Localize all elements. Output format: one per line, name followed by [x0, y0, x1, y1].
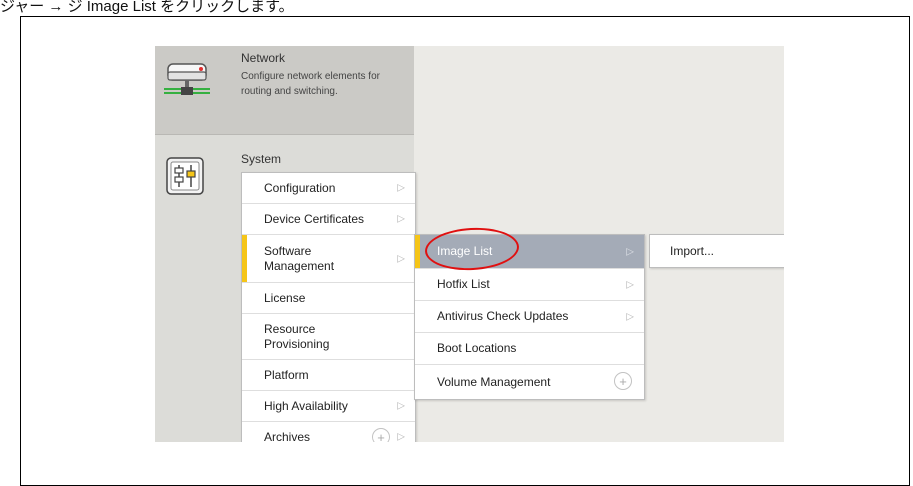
chevron-right-icon: ▷ — [626, 279, 634, 290]
menu-item-high-availability[interactable]: High Availability ▷ — [242, 391, 415, 422]
menu-item-resource-provisioning[interactable]: Resource Provisioning — [242, 314, 415, 360]
menu-item-antivirus-check-updates[interactable]: Antivirus Check Updates ▷ — [415, 301, 644, 333]
chevron-right-icon: ▷ — [626, 311, 634, 322]
system-title: System — [241, 152, 282, 166]
system-sliders-icon — [166, 157, 204, 195]
chevron-right-icon: ▷ — [397, 400, 405, 412]
menu-item-license[interactable]: License — [242, 283, 415, 314]
menu-item-boot-locations[interactable]: Boot Locations — [415, 333, 644, 365]
network-title: Network — [241, 51, 286, 65]
menu-item-device-certificates[interactable]: Device Certificates ▷ — [242, 204, 415, 235]
network-section[interactable]: Network Configure network elements for r… — [155, 46, 414, 135]
network-device-icon — [164, 63, 210, 95]
chevron-right-icon: ▷ — [626, 246, 634, 257]
network-description: Configure network elements for routing a… — [241, 71, 380, 97]
menu-item-platform[interactable]: Platform — [242, 360, 415, 391]
page-caption: ジャー → ジ Image List をクリックします。 — [0, 0, 294, 15]
menu-item-configuration[interactable]: Configuration ▷ — [242, 173, 415, 204]
active-indicator — [242, 235, 247, 282]
chevron-right-icon: ▷ — [397, 253, 405, 264]
chevron-right-icon: ▷ — [397, 213, 405, 225]
add-circle-icon[interactable]: + — [614, 372, 632, 390]
system-menu: Configuration ▷ Device Certificates ▷ So… — [241, 172, 416, 442]
menu-item-import[interactable]: Import... — [650, 235, 784, 267]
menu-item-hotfix-list[interactable]: Hotfix List ▷ — [415, 269, 644, 301]
active-indicator — [415, 235, 420, 268]
chevron-right-icon: ▷ — [397, 431, 405, 443]
menu-item-software-management[interactable]: Software Management ▷ — [242, 235, 415, 283]
chevron-right-icon: ▷ — [397, 182, 405, 194]
menu-item-volume-management[interactable]: Volume Management + — [415, 365, 644, 399]
add-circle-icon[interactable]: + — [372, 428, 390, 442]
image-list-menu: Import... — [649, 234, 784, 268]
menu-item-archives[interactable]: Archives + ▷ — [242, 422, 415, 442]
